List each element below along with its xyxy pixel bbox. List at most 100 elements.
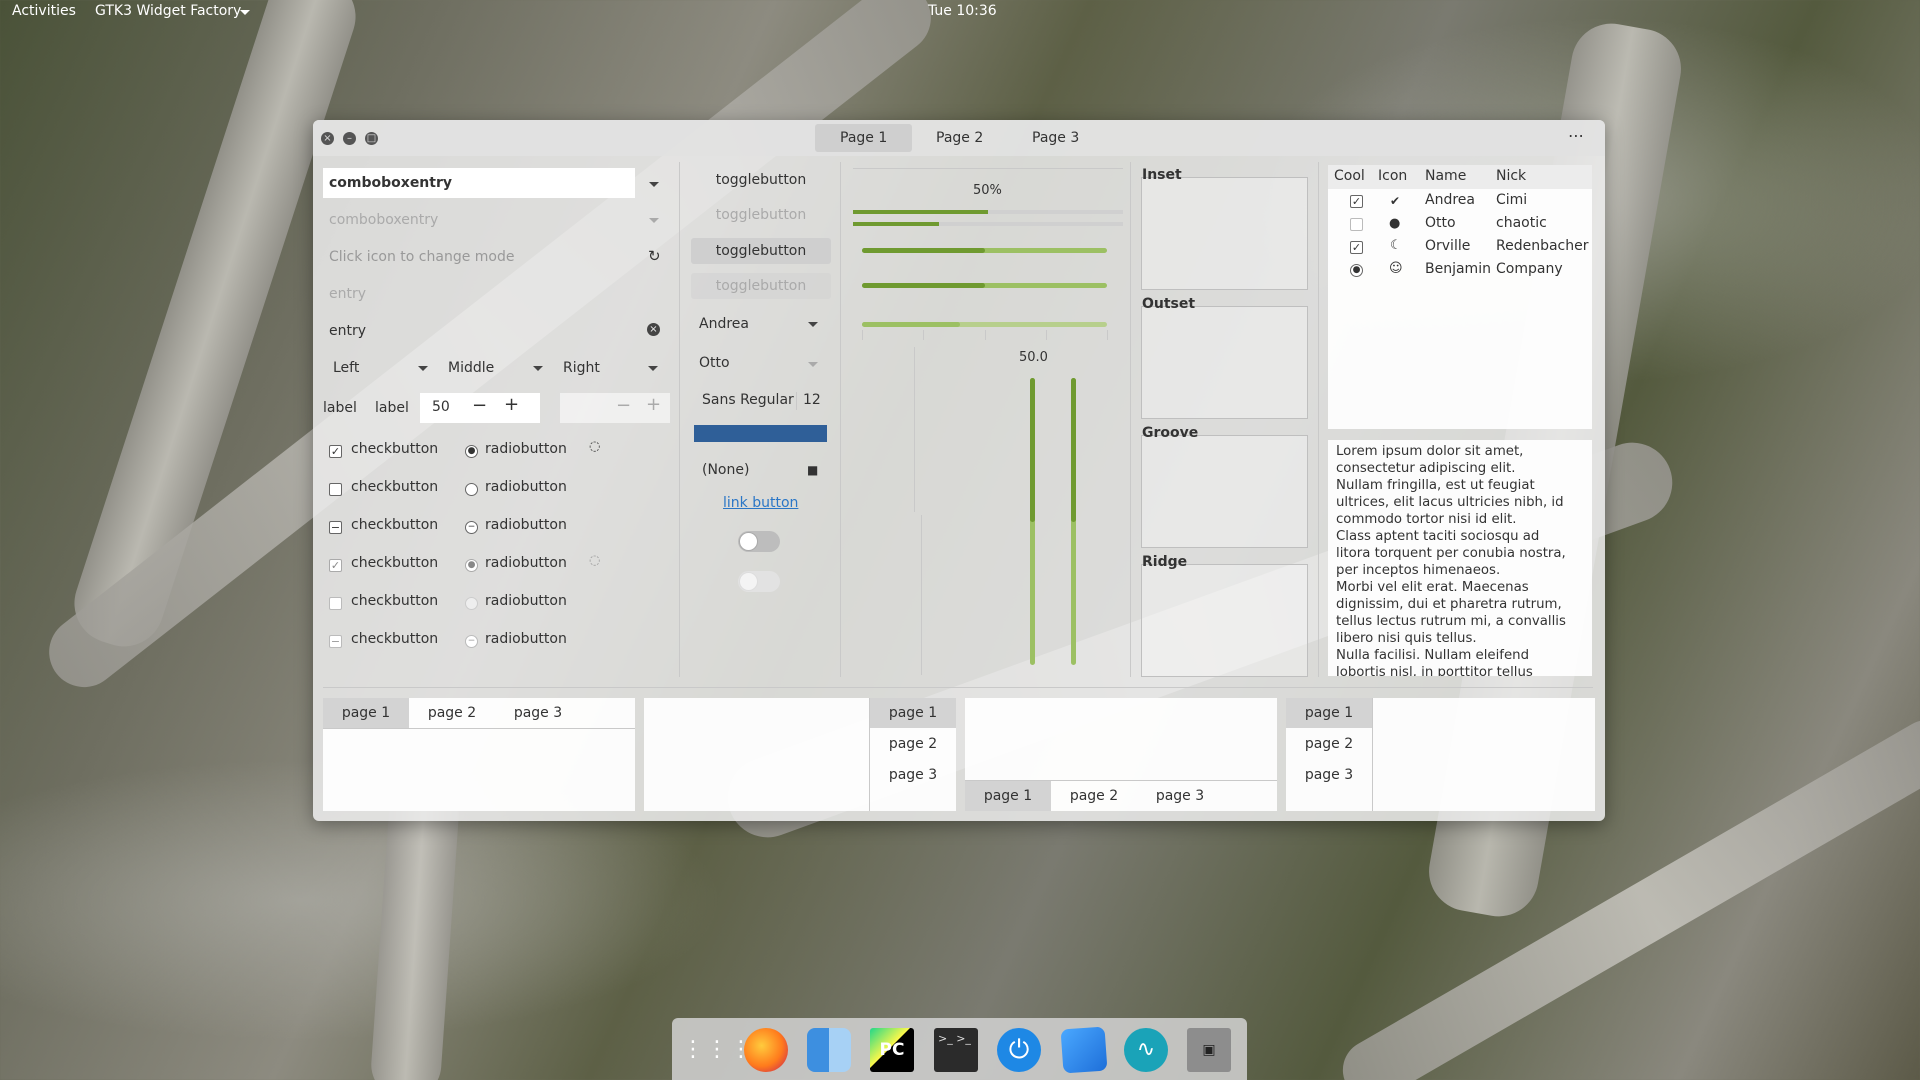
spin-button[interactable]: 50 − + (420, 393, 540, 423)
text-line: libero nisi quis tellus. (1336, 631, 1477, 646)
screen-icon[interactable]: ▣ (1187, 1028, 1231, 1072)
radiobutton-label: radiobutton (485, 517, 567, 533)
frame-outset-label: Outset (1142, 296, 1196, 312)
right-arrow-icon[interactable] (648, 366, 658, 371)
plus-icon[interactable]: + (504, 394, 519, 415)
finder-icon[interactable] (807, 1028, 851, 1072)
file-chooser[interactable]: (None) (702, 462, 749, 478)
col-nick[interactable]: Nick (1496, 168, 1526, 184)
row-cool-check[interactable]: ✓ (1350, 241, 1363, 254)
middle-arrow-icon[interactable] (533, 366, 543, 371)
font-button[interactable]: Sans Regular (702, 392, 794, 408)
refresh-icon[interactable]: ↻ (648, 247, 661, 265)
nb2-tab-page-3[interactable]: page 3 (870, 760, 956, 790)
link-button[interactable]: link button (723, 495, 798, 511)
text-view[interactable]: Lorem ipsum dolor sit amet, consectetur … (1328, 440, 1592, 676)
more-icon[interactable]: ⋯ (1568, 126, 1584, 145)
nb1-tab-page-1[interactable]: page 1 (323, 698, 409, 728)
checkbox-unchecked[interactable] (329, 483, 342, 496)
apps-grid-icon[interactable]: ⋮⋮⋮ (682, 1028, 752, 1072)
nb2-divider (869, 698, 870, 811)
tab-page-3[interactable]: Page 3 (1007, 124, 1104, 152)
radio-selected[interactable]: ● (465, 445, 478, 458)
color-button[interactable] (694, 425, 827, 442)
col-name[interactable]: Name (1425, 168, 1466, 184)
minimize-icon[interactable]: – (343, 132, 356, 145)
maximize-icon[interactable]: □ (365, 132, 378, 145)
slider-vertical-2[interactable] (1071, 378, 1076, 665)
nb2-tab-page-1[interactable]: page 1 (870, 698, 956, 728)
combobox-entry[interactable]: comboboxentry (323, 168, 635, 198)
mode-entry[interactable]: Click icon to change mode (323, 242, 653, 272)
col-icon[interactable]: Icon (1378, 168, 1407, 184)
entry-placeholder[interactable]: entry (323, 279, 653, 309)
slider-horizontal[interactable] (862, 248, 1107, 253)
notebook-top: page 1 page 2 page 3 (323, 698, 635, 811)
separator (1318, 162, 1319, 677)
power-icon[interactable]: ⏻ (997, 1028, 1041, 1072)
close-icon[interactable]: × (321, 132, 334, 145)
nb4-tab-page-2[interactable]: page 2 (1286, 729, 1372, 759)
dock: ⋮⋮⋮ PC >_ >_ ⏻ ∿ ▣ (672, 1018, 1247, 1080)
row-cool-check[interactable] (1350, 218, 1363, 231)
bottom-separator (323, 687, 1593, 688)
togglebutton[interactable]: togglebutton (691, 167, 831, 193)
radio-inconsistent[interactable]: − (465, 521, 478, 534)
row-cool-check[interactable]: ✓ (1350, 195, 1363, 208)
row-nick: Redenbacher (1496, 238, 1589, 254)
radio-unselected[interactable] (465, 483, 478, 496)
pycharm-icon[interactable]: PC (870, 1028, 914, 1072)
checkbox-inconsistent[interactable]: − (329, 521, 342, 534)
nb1-tab-page-3[interactable]: page 3 (495, 698, 581, 728)
text-line: commodo tortor nisi id elit. (1336, 512, 1517, 527)
activities-button[interactable]: Activities (12, 3, 76, 19)
check-circle-icon: ✔ (1390, 194, 1401, 208)
combo-arrow-icon[interactable] (649, 182, 659, 187)
slider-marks[interactable] (862, 322, 1107, 327)
align-middle-combo[interactable]: Middle (448, 360, 494, 376)
tree-view[interactable]: Cool Icon Name Nick ✓ ✔ Andrea Cimi ● Ot… (1328, 165, 1592, 429)
header-bar: × – □ Page 1 Page 2 Page 3 ⋯ (313, 120, 1605, 156)
audio-icon[interactable]: ∿ (1124, 1028, 1168, 1072)
text-line: dignissim, dui et pharetra rutrum, (1336, 597, 1562, 612)
nb4-tab-page-3[interactable]: page 3 (1286, 760, 1372, 790)
col-cool[interactable]: Cool (1334, 168, 1365, 184)
checkbox-checked[interactable]: ✓ (329, 445, 342, 458)
font-size[interactable]: 12 (803, 392, 821, 408)
app-menu-arrow-icon[interactable] (240, 10, 250, 15)
nb3-tab-page-3[interactable]: page 3 (1137, 781, 1223, 811)
plus-disabled-icon: + (646, 394, 662, 415)
level-bar (853, 222, 1123, 226)
entry-field[interactable]: entry (323, 316, 653, 346)
terminal-icon[interactable]: >_ >_ (934, 1028, 978, 1072)
switch-off[interactable] (738, 531, 780, 552)
clear-icon[interactable]: × (647, 323, 660, 336)
row-cool-radio[interactable]: ● (1350, 264, 1363, 277)
slider-vertical[interactable] (1030, 378, 1035, 665)
togglebutton-active[interactable]: togglebutton (691, 238, 831, 264)
notebook-bottom: page 1 page 2 page 3 (965, 698, 1277, 811)
nb1-tab-page-2[interactable]: page 2 (409, 698, 495, 728)
row-name: Otto (1425, 215, 1456, 231)
switch-disabled (738, 571, 780, 592)
firefox-icon[interactable] (744, 1028, 788, 1072)
slider-horizontal-2[interactable] (862, 283, 1107, 288)
align-right-combo[interactable]: Right (563, 360, 600, 376)
notes-icon[interactable] (1060, 1026, 1108, 1074)
minus-icon[interactable]: − (472, 395, 487, 416)
app-menu[interactable]: GTK3 Widget Factory (95, 3, 241, 19)
left-arrow-icon[interactable] (418, 366, 428, 371)
combo-andrea[interactable]: Andrea (699, 316, 749, 332)
nb4-tab-page-1[interactable]: page 1 (1286, 698, 1372, 728)
folder-icon[interactable]: ■ (807, 463, 818, 477)
tab-page-2[interactable]: Page 2 (911, 124, 1008, 152)
nb2-tab-page-2[interactable]: page 2 (870, 729, 956, 759)
tab-page-1[interactable]: Page 1 (815, 124, 913, 152)
clock[interactable]: Tue 10:36 (928, 3, 997, 19)
row-nick: Company (1496, 261, 1563, 277)
andrea-arrow-icon[interactable] (808, 322, 818, 327)
align-left-combo[interactable]: Left (333, 360, 359, 376)
nb3-tab-page-1[interactable]: page 1 (965, 781, 1051, 811)
nb3-tab-page-2[interactable]: page 2 (1051, 781, 1137, 811)
progress-bar (853, 210, 1123, 214)
